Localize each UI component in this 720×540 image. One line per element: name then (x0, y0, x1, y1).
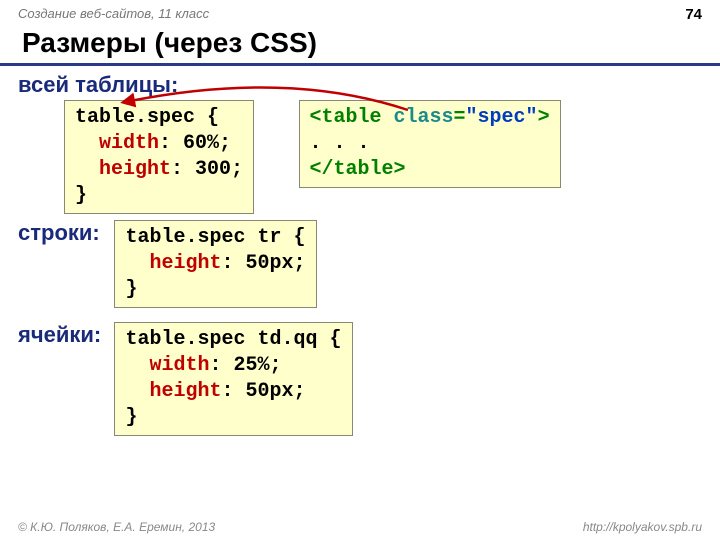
code-line: . . . (310, 132, 370, 155)
css-prop: height (149, 252, 221, 275)
css-val: : 300; (171, 158, 243, 181)
code-row-css: table.spec tr { height: 50px; } (114, 220, 316, 308)
label-row: строки: (18, 220, 106, 246)
footer-url: http://kpolyakov.spb.ru (583, 520, 702, 534)
css-val: : 25%; (209, 354, 281, 377)
code-line: table.spec tr { (125, 226, 305, 249)
slide-title: Размеры (через CSS) (0, 25, 720, 66)
css-val: : 60%; (159, 132, 231, 155)
label-cell: ячейки: (18, 322, 106, 348)
css-prop: height (149, 380, 221, 403)
slide-content: всей таблицы: table.spec { width: 60%; h… (0, 72, 720, 436)
slide-footer: © К.Ю. Поляков, Е.А. Еремин, 2013 http:/… (0, 520, 720, 534)
css-prop: height (99, 158, 171, 181)
html-eq: = (454, 106, 466, 129)
code-line: } (75, 184, 87, 207)
css-val: : 50px; (221, 252, 305, 275)
code-line: } (125, 406, 137, 429)
css-prop: width (149, 354, 209, 377)
copyright: © К.Ю. Поляков, Е.А. Еремин, 2013 (18, 520, 215, 534)
code-cell-css: table.spec td.qq { width: 25%; height: 5… (114, 322, 352, 436)
code-line: table.spec td.qq { (125, 328, 341, 351)
page-number: 74 (685, 6, 702, 23)
css-prop: width (99, 132, 159, 155)
css-val: : 50px; (221, 380, 305, 403)
arrow-icon (118, 76, 418, 126)
html-val: "spec" (466, 106, 538, 129)
html-tag: > (538, 106, 550, 129)
code-line: } (125, 278, 137, 301)
course-title: Создание веб-сайтов, 11 класс (18, 6, 209, 23)
html-tag: </table> (310, 158, 406, 181)
slide-header: Создание веб-сайтов, 11 класс 74 (0, 0, 720, 25)
